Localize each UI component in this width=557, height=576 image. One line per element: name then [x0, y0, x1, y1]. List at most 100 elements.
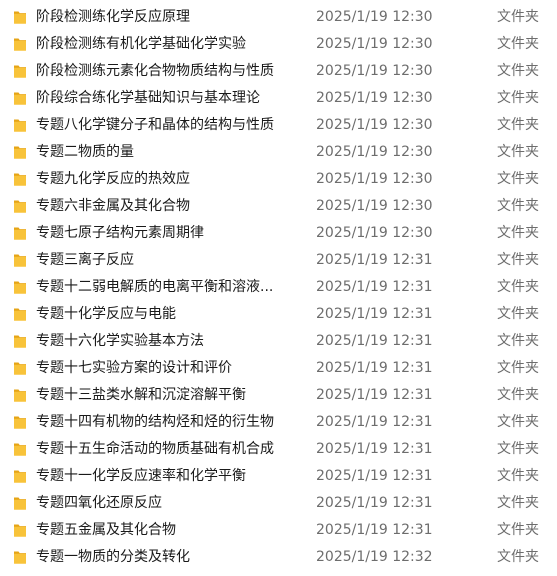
folder-icon	[13, 37, 27, 52]
file-name: 专题十六化学实验基本方法	[36, 333, 204, 349]
file-type: 文件夹	[497, 144, 539, 160]
file-name: 阶段检测练有机化学基础化学实验	[36, 36, 246, 52]
file-name: 专题十五生命活动的物质基础有机合成	[36, 441, 274, 457]
file-row-21[interactable]: 专题一物质的分类及转化 2025/1/19 12:32 文件夹	[0, 544, 557, 571]
file-modified-date: 2025/1/19 12:31	[316, 360, 433, 376]
file-name: 专题九化学反应的热效应	[36, 171, 190, 187]
file-name: 专题二物质的量	[36, 144, 134, 160]
file-type: 文件夹	[497, 387, 539, 403]
folder-icon	[13, 469, 27, 484]
file-modified-date: 2025/1/19 12:31	[316, 306, 433, 322]
folder-icon	[13, 388, 27, 403]
file-type: 文件夹	[497, 441, 539, 457]
file-name: 专题五金属及其化合物	[36, 522, 176, 538]
file-modified-date: 2025/1/19 12:31	[316, 441, 433, 457]
folder-icon	[13, 334, 27, 349]
folder-icon	[13, 172, 27, 187]
file-type: 文件夹	[497, 522, 539, 538]
file-row-20[interactable]: 专题五金属及其化合物 2025/1/19 12:31 文件夹	[0, 517, 557, 544]
file-type: 文件夹	[497, 279, 539, 295]
file-name: 专题十四有机物的结构烃和烃的衍生物	[36, 414, 274, 430]
file-row-16[interactable]: 专题十四有机物的结构烃和烃的衍生物 2025/1/19 12:31 文件夹	[0, 409, 557, 436]
file-type: 文件夹	[497, 63, 539, 79]
file-type: 文件夹	[497, 495, 539, 511]
file-name: 专题一物质的分类及转化	[36, 549, 190, 565]
file-type: 文件夹	[497, 36, 539, 52]
file-name: 专题十一化学反应速率和化学平衡	[36, 468, 246, 484]
folder-icon	[13, 280, 27, 295]
file-row-11[interactable]: 专题十二弱电解质的电离平衡和溶液... 2025/1/19 12:31 文件夹	[0, 274, 557, 301]
file-modified-date: 2025/1/19 12:31	[316, 495, 433, 511]
file-modified-date: 2025/1/19 12:30	[316, 171, 433, 187]
folder-icon	[13, 307, 27, 322]
file-name: 专题十七实验方案的设计和评价	[36, 360, 232, 376]
file-row-7[interactable]: 专题九化学反应的热效应 2025/1/19 12:30 文件夹	[0, 166, 557, 193]
file-row-12[interactable]: 专题十化学反应与电能 2025/1/19 12:31 文件夹	[0, 301, 557, 328]
file-type: 文件夹	[497, 171, 539, 187]
folder-icon	[13, 118, 27, 133]
file-name: 专题七原子结构元素周期律	[36, 225, 204, 241]
file-type: 文件夹	[497, 9, 539, 25]
folder-icon	[13, 361, 27, 376]
folder-icon	[13, 91, 27, 106]
file-modified-date: 2025/1/19 12:30	[316, 144, 433, 160]
file-row-3[interactable]: 阶段检测练元素化合物物质结构与性质 2025/1/19 12:30 文件夹	[0, 58, 557, 85]
file-modified-date: 2025/1/19 12:31	[316, 414, 433, 430]
file-modified-date: 2025/1/19 12:30	[316, 225, 433, 241]
folder-icon	[13, 442, 27, 457]
file-name: 专题十二弱电解质的电离平衡和溶液...	[36, 279, 274, 295]
file-row-8[interactable]: 专题六非金属及其化合物 2025/1/19 12:30 文件夹	[0, 193, 557, 220]
folder-icon	[13, 496, 27, 511]
file-row-5[interactable]: 专题八化学键分子和晶体的结构与性质 2025/1/19 12:30 文件夹	[0, 112, 557, 139]
folder-icon	[13, 226, 27, 241]
folder-icon	[13, 253, 27, 268]
file-row-9[interactable]: 专题七原子结构元素周期律 2025/1/19 12:30 文件夹	[0, 220, 557, 247]
file-type: 文件夹	[497, 198, 539, 214]
file-type: 文件夹	[497, 333, 539, 349]
file-name: 专题八化学键分子和晶体的结构与性质	[36, 117, 274, 133]
folder-icon	[13, 64, 27, 79]
file-name: 阶段检测练化学反应原理	[36, 9, 190, 25]
file-type: 文件夹	[497, 117, 539, 133]
file-row-17[interactable]: 专题十五生命活动的物质基础有机合成 2025/1/19 12:31 文件夹	[0, 436, 557, 463]
file-row-13[interactable]: 专题十六化学实验基本方法 2025/1/19 12:31 文件夹	[0, 328, 557, 355]
file-modified-date: 2025/1/19 12:31	[316, 522, 433, 538]
file-type: 文件夹	[497, 90, 539, 106]
file-name: 专题三离子反应	[36, 252, 134, 268]
folder-icon	[13, 523, 27, 538]
file-modified-date: 2025/1/19 12:31	[316, 387, 433, 403]
file-type: 文件夹	[497, 225, 539, 241]
file-modified-date: 2025/1/19 12:30	[316, 117, 433, 133]
file-modified-date: 2025/1/19 12:30	[316, 9, 433, 25]
folder-icon	[13, 145, 27, 160]
file-type: 文件夹	[497, 468, 539, 484]
file-type: 文件夹	[497, 549, 539, 565]
file-row-4[interactable]: 阶段综合练化学基础知识与基本理论 2025/1/19 12:30 文件夹	[0, 85, 557, 112]
file-modified-date: 2025/1/19 12:31	[316, 279, 433, 295]
file-modified-date: 2025/1/19 12:31	[316, 252, 433, 268]
file-row-1[interactable]: 阶段检测练化学反应原理 2025/1/19 12:30 文件夹	[0, 4, 557, 31]
file-name: 专题十三盐类水解和沉淀溶解平衡	[36, 387, 246, 403]
folder-icon	[13, 415, 27, 430]
file-row-10[interactable]: 专题三离子反应 2025/1/19 12:31 文件夹	[0, 247, 557, 274]
file-row-14[interactable]: 专题十七实验方案的设计和评价 2025/1/19 12:31 文件夹	[0, 355, 557, 382]
file-row-2[interactable]: 阶段检测练有机化学基础化学实验 2025/1/19 12:30 文件夹	[0, 31, 557, 58]
folder-icon	[13, 550, 27, 565]
file-row-19[interactable]: 专题四氧化还原反应 2025/1/19 12:31 文件夹	[0, 490, 557, 517]
file-type: 文件夹	[497, 306, 539, 322]
file-row-18[interactable]: 专题十一化学反应速率和化学平衡 2025/1/19 12:31 文件夹	[0, 463, 557, 490]
file-row-6[interactable]: 专题二物质的量 2025/1/19 12:30 文件夹	[0, 139, 557, 166]
file-name: 专题六非金属及其化合物	[36, 198, 190, 214]
file-name: 阶段综合练化学基础知识与基本理论	[36, 90, 260, 106]
file-modified-date: 2025/1/19 12:31	[316, 468, 433, 484]
file-modified-date: 2025/1/19 12:30	[316, 63, 433, 79]
file-type: 文件夹	[497, 360, 539, 376]
file-list: 阶段检测练化学反应原理 2025/1/19 12:30 文件夹 阶段检测练有机化…	[0, 4, 557, 571]
file-row-15[interactable]: 专题十三盐类水解和沉淀溶解平衡 2025/1/19 12:31 文件夹	[0, 382, 557, 409]
file-name: 阶段检测练元素化合物物质结构与性质	[36, 63, 274, 79]
file-modified-date: 2025/1/19 12:32	[316, 549, 433, 565]
file-name: 专题四氧化还原反应	[36, 495, 162, 511]
folder-icon	[13, 10, 27, 25]
file-modified-date: 2025/1/19 12:30	[316, 90, 433, 106]
file-modified-date: 2025/1/19 12:30	[316, 198, 433, 214]
